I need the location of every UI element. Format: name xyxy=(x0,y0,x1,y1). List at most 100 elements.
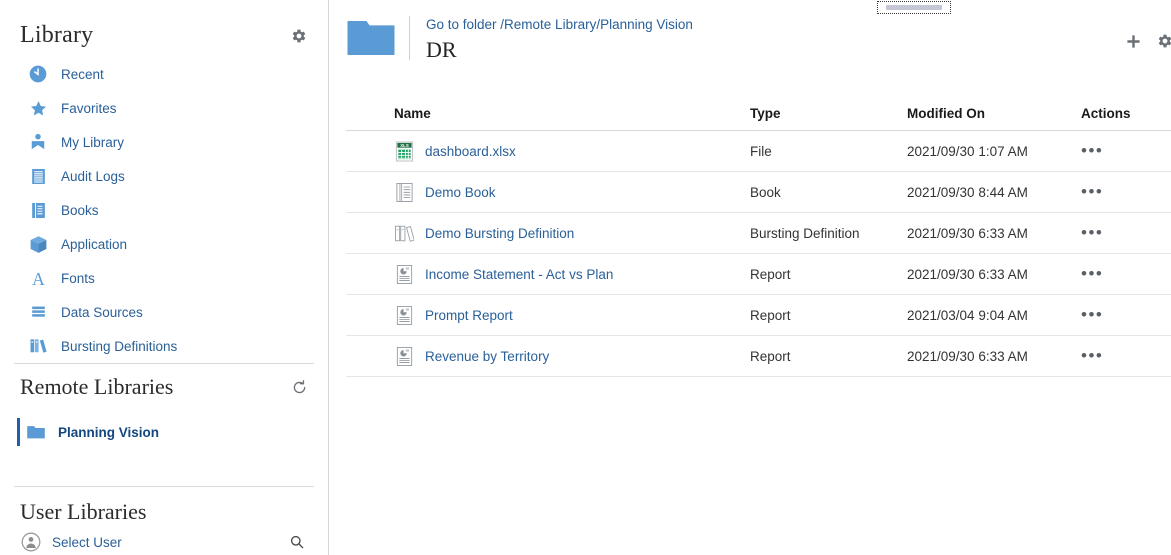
sidebar-item-label: My Library xyxy=(61,134,125,150)
row-actions-button[interactable]: ••• xyxy=(1081,224,1103,241)
file-name-link[interactable]: Prompt Report xyxy=(425,308,513,323)
clock-icon xyxy=(27,63,49,85)
sidebar-item-label: Audit Logs xyxy=(61,168,125,184)
sidebar-item-books[interactable]: Books xyxy=(0,193,328,227)
sidebar-item-recent[interactable]: Recent xyxy=(0,57,328,91)
user-libraries-title: User Libraries xyxy=(20,499,147,524)
file-table-head: Name Type Modified On Actions xyxy=(346,106,1171,131)
search-icon[interactable] xyxy=(288,533,306,551)
table-row[interactable]: XLS dashboard.xlsx File 2021/09/30 1:07 … xyxy=(346,130,1171,172)
report-icon xyxy=(394,304,414,326)
book-icon xyxy=(27,199,49,221)
user-avatar-icon xyxy=(20,531,42,553)
row-actions-button[interactable]: ••• xyxy=(1081,142,1103,159)
cell-actions: ••• xyxy=(1081,171,1171,213)
table-row[interactable]: Revenue by Territory Report 2021/09/30 6… xyxy=(346,335,1171,377)
breadcrumb[interactable]: Go to folder /Remote Library/Planning Vi… xyxy=(426,16,693,33)
cell-name: XLS dashboard.xlsx xyxy=(346,130,750,172)
gear-icon[interactable] xyxy=(1156,32,1171,50)
row-actions-button[interactable]: ••• xyxy=(1081,265,1103,282)
column-header-type[interactable]: Type xyxy=(750,106,907,131)
user-libraries-section: User Libraries Select User xyxy=(0,478,328,553)
cell-name: Demo Bursting Definition xyxy=(346,212,750,254)
select-user-row[interactable]: Select User xyxy=(0,529,328,553)
remote-libraries-title: Remote Libraries xyxy=(20,374,174,399)
font-a-icon: A xyxy=(27,267,49,289)
cell-type: File xyxy=(750,130,907,172)
book-doc-icon xyxy=(394,181,414,203)
cell-actions: ••• xyxy=(1081,253,1171,295)
folder-title: DR xyxy=(426,37,457,62)
cube-icon xyxy=(27,233,49,255)
data-sources-icon xyxy=(27,301,49,323)
file-name-link[interactable]: Demo Bursting Definition xyxy=(425,226,574,241)
sidebar-item-label: Application xyxy=(61,236,128,252)
cell-actions: ••• xyxy=(1081,294,1171,336)
file-name-link[interactable]: Demo Book xyxy=(425,185,496,200)
sidebar-item-label: Books xyxy=(61,202,99,218)
gear-icon[interactable] xyxy=(290,27,308,45)
cell-actions: ••• xyxy=(1081,130,1171,172)
cell-actions: ••• xyxy=(1081,335,1171,377)
cell-modified-on: 2021/09/30 1:07 AM xyxy=(907,130,1081,172)
report-icon xyxy=(394,345,414,367)
svg-text:XLS: XLS xyxy=(400,143,409,148)
cell-name: Demo Book xyxy=(346,171,750,213)
file-name-link[interactable]: Income Statement - Act vs Plan xyxy=(425,267,613,282)
sidebar: Library Recent Favorites My Library Audi… xyxy=(0,0,329,555)
cell-modified-on: 2021/09/30 6:33 AM xyxy=(907,253,1081,295)
table-row[interactable]: Demo Book Book 2021/09/30 8:44 AM ••• xyxy=(346,171,1171,213)
cell-modified-on: 2021/09/30 6:33 AM xyxy=(907,212,1081,254)
cell-name: Income Statement - Act vs Plan xyxy=(346,253,750,295)
file-table-body: XLS dashboard.xlsx File 2021/09/30 1:07 … xyxy=(346,130,1171,377)
folder-header: Go to folder /Remote Library/Planning Vi… xyxy=(329,0,1171,78)
file-table: Name Type Modified On Actions XLS dashbo… xyxy=(346,106,1171,377)
sidebar-item-label: Recent xyxy=(61,66,104,82)
main-content: Go to folder /Remote Library/Planning Vi… xyxy=(329,0,1171,555)
select-user-label: Select User xyxy=(52,534,122,550)
sidebar-item-label: Fonts xyxy=(61,270,95,286)
cell-type: Bursting Definition xyxy=(750,212,907,254)
table-row[interactable]: Prompt Report Report 2021/03/04 9:04 AM … xyxy=(346,294,1171,336)
excel-file-icon: XLS xyxy=(394,140,414,162)
sidebar-header: Library xyxy=(0,0,328,57)
sidebar-item-audit-logs[interactable]: Audit Logs xyxy=(0,159,328,193)
table-row[interactable]: Demo Bursting Definition Bursting Defini… xyxy=(346,212,1171,254)
sidebar-item-label: Bursting Definitions xyxy=(61,338,178,354)
file-name-link[interactable]: dashboard.xlsx xyxy=(425,144,516,159)
select-user-left: Select User xyxy=(20,531,122,553)
sidebar-item-data-sources[interactable]: Data Sources xyxy=(0,295,328,329)
user-libraries-header: User Libraries xyxy=(0,487,328,529)
sidebar-item-favorites[interactable]: Favorites xyxy=(0,91,328,125)
table-header-row: Name Type Modified On Actions xyxy=(346,106,1171,131)
plus-icon[interactable] xyxy=(1125,33,1142,50)
refresh-icon[interactable] xyxy=(291,379,308,396)
cell-type: Report xyxy=(750,335,907,377)
sidebar-item-label: Favorites xyxy=(61,100,117,116)
star-icon xyxy=(27,97,49,119)
library-app: Library Recent Favorites My Library Audi… xyxy=(0,0,1171,555)
sidebar-item-label: Planning Vision xyxy=(58,424,160,440)
sidebar-item-application[interactable]: Application xyxy=(0,227,328,261)
cell-type: Book xyxy=(750,171,907,213)
bursting-definitions-icon xyxy=(27,335,49,357)
column-header-modified-on[interactable]: Modified On xyxy=(907,106,1081,131)
file-table-wrap: Name Type Modified On Actions XLS dashbo… xyxy=(329,78,1171,377)
folder-icon xyxy=(25,421,47,443)
row-actions-button[interactable]: ••• xyxy=(1081,183,1103,200)
sidebar-item-fonts[interactable]: A Fonts xyxy=(0,261,328,295)
file-name-link[interactable]: Revenue by Territory xyxy=(425,349,549,364)
cell-modified-on: 2021/09/30 6:33 AM xyxy=(907,335,1081,377)
row-actions-button[interactable]: ••• xyxy=(1081,306,1103,323)
table-row[interactable]: Income Statement - Act vs Plan Report 20… xyxy=(346,253,1171,295)
sidebar-item-my-library[interactable]: My Library xyxy=(0,125,328,159)
my-library-icon xyxy=(27,131,49,153)
column-header-name[interactable]: Name xyxy=(346,106,750,131)
folder-icon xyxy=(347,19,395,57)
page-title: Library xyxy=(20,22,94,48)
sidebar-item-planning-vision[interactable]: Planning Vision xyxy=(0,414,328,450)
column-header-actions: Actions xyxy=(1081,106,1171,131)
report-icon xyxy=(394,263,414,285)
bursting-definition-icon xyxy=(394,222,414,244)
row-actions-button[interactable]: ••• xyxy=(1081,347,1103,364)
